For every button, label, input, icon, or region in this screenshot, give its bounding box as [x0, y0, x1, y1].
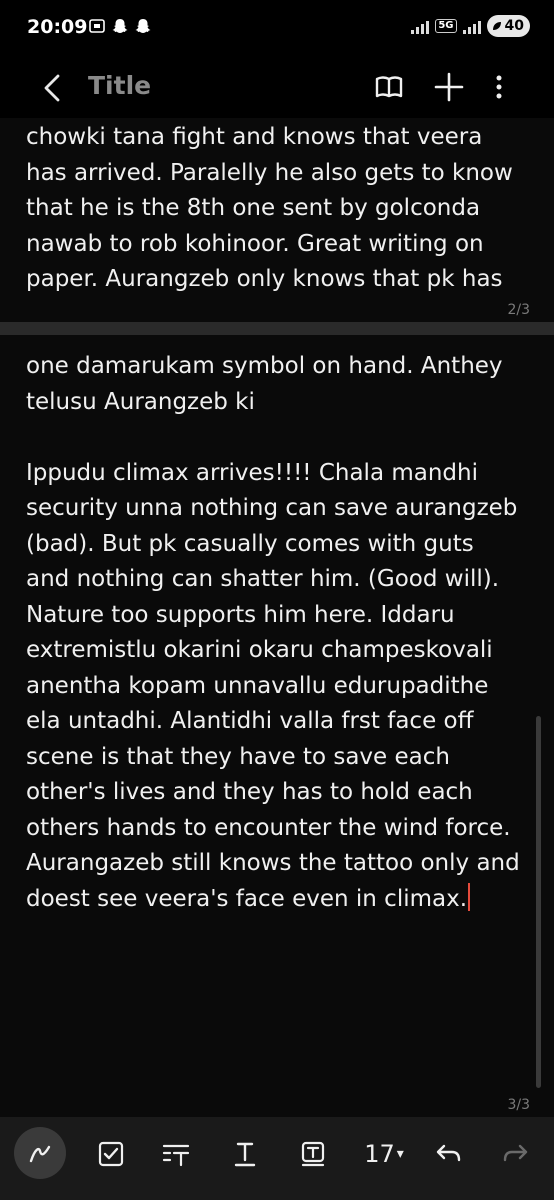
note-page[interactable]: one damarukam symbol on hand. Anthey telu…	[0, 335, 554, 1117]
font-size-value: 17	[364, 1140, 395, 1168]
text-format-icon	[234, 1142, 256, 1167]
page-separator	[0, 322, 554, 335]
text-line: telusu Aurangzeb ki	[26, 388, 255, 415]
text-line: scene is that they have to save each	[26, 743, 450, 770]
plus-icon	[434, 72, 464, 102]
text-line: security unna nothing can save aurangzeb	[26, 495, 518, 521]
chevron-down-icon: ▾	[396, 1146, 404, 1162]
text-highlight-button[interactable]	[288, 1129, 338, 1179]
status-indicators: 5G 40	[411, 15, 530, 37]
text-line: ela untadhi. Alantidhi valla frst face o…	[26, 708, 474, 734]
back-button[interactable]	[38, 72, 68, 104]
screen-record-icon	[89, 19, 105, 33]
scrollbar[interactable]	[536, 716, 541, 1088]
notification-icons	[88, 17, 152, 35]
more-options-button[interactable]	[484, 70, 514, 104]
snapchat-icon	[135, 19, 151, 33]
more-vertical-icon	[496, 75, 502, 99]
pen-icon	[29, 1145, 51, 1163]
note-page[interactable]: chowki tana fight and knows that veera ha…	[0, 118, 554, 322]
network-type-badge: 5G	[435, 19, 457, 33]
checklist-button[interactable]	[86, 1129, 136, 1179]
text-line: other's lives and they has to hold each	[26, 779, 473, 805]
app-bar: Title	[0, 58, 554, 118]
text-line: one damarukam symbol on hand. Anthey	[26, 353, 503, 379]
signal-icon	[411, 18, 430, 34]
leaf-icon	[492, 22, 501, 30]
text-line: Nature too supports him here. Iddaru	[26, 601, 455, 628]
chevron-left-icon	[44, 74, 60, 102]
snapchat-icon	[112, 19, 128, 33]
text-line: doest see veera's face even in climax.	[26, 885, 468, 912]
page-title[interactable]: Title	[88, 71, 151, 100]
text-line: that he is the 8th one sent by golconda	[26, 195, 481, 221]
text-line: and nothing can shatter him. (Good will)…	[26, 566, 500, 592]
status-time: 20:09	[27, 16, 88, 38]
text-line: nawab to rob kohinoor. Great writing on	[26, 230, 484, 257]
undo-icon	[436, 1144, 461, 1162]
page-text[interactable]: one damarukam symbol on hand. Anthey telu…	[26, 349, 536, 917]
page-text[interactable]: chowki tana fight and knows that veera ha…	[26, 120, 536, 298]
formatting-toolbar: 17 ▾	[0, 1117, 554, 1200]
text-line: chowki tana fight and knows that veera	[26, 124, 483, 150]
battery-level: 40	[504, 18, 524, 34]
signal-icon	[462, 18, 481, 34]
text-box-icon	[301, 1141, 325, 1167]
undo-button[interactable]	[424, 1129, 474, 1179]
text-line: paper. Aurangzeb only knows that pk has	[26, 266, 503, 292]
font-size-dropdown[interactable]: 17 ▾	[354, 1129, 414, 1179]
text-line: has arrived. Paralelly he also gets to k…	[26, 159, 513, 186]
text-line: (bad). But pk casually comes with guts	[26, 530, 474, 557]
underline-button[interactable]	[220, 1129, 270, 1179]
handwriting-button[interactable]	[14, 1127, 66, 1179]
checkbox-icon	[98, 1141, 124, 1167]
page-number: 2/3	[507, 302, 530, 318]
battery-indicator: 40	[486, 15, 530, 37]
book-icon	[375, 76, 403, 98]
page-number: 3/3	[507, 1097, 530, 1113]
text-style-button[interactable]	[152, 1129, 202, 1179]
text-line: anentha kopam unnavallu edurupadithe	[26, 672, 489, 699]
redo-icon	[503, 1144, 528, 1162]
text-line: Ippudu climax arrives!!!! Chala mandhi	[26, 459, 478, 486]
text-line: others hands to encounter the wind force…	[26, 814, 511, 841]
add-button[interactable]	[432, 70, 466, 104]
text-line: Aurangazeb still knows the tattoo only a…	[26, 850, 520, 876]
text-cursor	[468, 882, 471, 911]
reading-mode-button[interactable]	[372, 70, 406, 104]
text-style-icon	[162, 1144, 190, 1167]
text-line: extremistlu okarini okaru champeskovali	[26, 637, 493, 663]
status-bar: 20:09 5G 40	[0, 0, 554, 58]
redo-button[interactable]	[490, 1129, 540, 1179]
